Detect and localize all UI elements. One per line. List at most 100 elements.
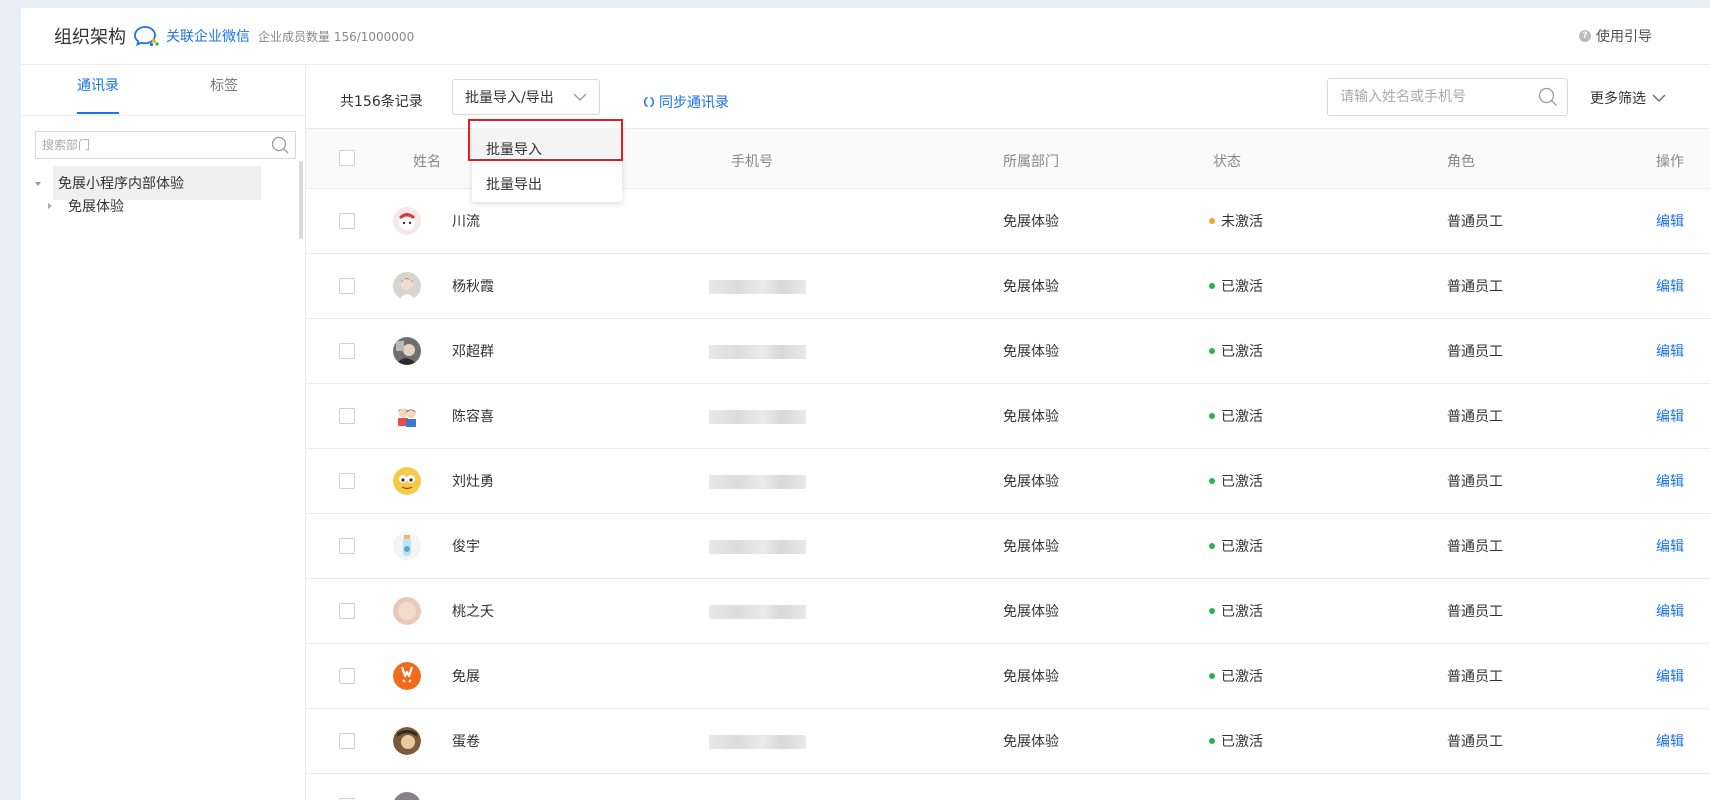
menu-item-batch-export[interactable]: 批量导出: [486, 174, 542, 194]
sync-contacts-button[interactable]: 同步通讯录: [643, 92, 729, 112]
member-count: 企业成员数量 156/1000000: [258, 29, 415, 44]
status-badge: 已激活: [1209, 341, 1263, 361]
row-checkbox[interactable]: [339, 733, 355, 749]
member-dept: 免展体验: [1003, 604, 1059, 620]
member-role: 普通员工: [1447, 604, 1503, 620]
status-dot: [1209, 348, 1215, 354]
table-body: 川流 免展体验 未激活 普通员工 编辑 杨秋霞 免展体验 已激活 普通员工 编辑…: [306, 189, 1710, 800]
row-checkbox[interactable]: [339, 408, 355, 424]
tree-item-root[interactable]: 免展小程序内部体验: [53, 166, 261, 200]
status-badge: 已激活: [1209, 406, 1263, 426]
status-badge: 已激活: [1209, 731, 1263, 751]
dept-search-input[interactable]: [36, 132, 268, 158]
row-checkbox[interactable]: [339, 668, 355, 684]
member-role: 普通员工: [1447, 279, 1503, 295]
member-dept: 免展体验: [1003, 734, 1059, 750]
member-search-input[interactable]: [1328, 79, 1552, 115]
search-icon[interactable]: [1538, 87, 1558, 107]
status-label: 未激活: [1221, 214, 1263, 230]
avatar: [393, 532, 421, 560]
link-wecom-button[interactable]: 关联企业微信: [166, 26, 250, 46]
row-checkbox[interactable]: [339, 473, 355, 489]
edit-button[interactable]: 编辑: [1656, 731, 1684, 751]
edit-button[interactable]: 编辑: [1656, 211, 1684, 231]
menu-item-batch-import[interactable]: 批量导入: [486, 139, 542, 159]
sync-contacts-label: 同步通讯录: [659, 95, 729, 111]
edit-button[interactable]: 编辑: [1656, 601, 1684, 621]
avatar: [393, 272, 421, 300]
batch-dropdown-menu: 批量导入 批量导出: [472, 118, 622, 202]
phone-redacted: [709, 540, 806, 554]
phone-redacted: [709, 345, 806, 359]
table-row: 陈容喜 免展体验 已激活 普通员工 编辑: [306, 384, 1710, 449]
avatar: [393, 207, 421, 235]
row-checkbox[interactable]: [339, 603, 355, 619]
phone-redacted: [709, 410, 806, 424]
column-header-name: 姓名: [413, 154, 441, 170]
tab-tags[interactable]: 标签: [210, 65, 238, 115]
phone-redacted: [709, 735, 806, 749]
table-row: 刘灶勇 免展体验 已激活 普通员工 编辑: [306, 449, 1710, 514]
member-role: 普通员工: [1447, 539, 1503, 555]
row-checkbox[interactable]: [339, 213, 355, 229]
edit-button[interactable]: 编辑: [1656, 276, 1684, 296]
tree-item-root-label: 免展小程序内部体验: [58, 176, 184, 192]
avatar: [393, 662, 421, 690]
table-row: 蛋卷 免展体验 已激活 普通员工 编辑: [306, 709, 1710, 774]
member-dept: 免展体验: [1003, 344, 1059, 360]
member-name: 俊宇: [452, 539, 480, 555]
dept-search-box: [35, 131, 296, 159]
avatar: [393, 597, 421, 625]
member-role: 普通员工: [1447, 214, 1503, 230]
member-role: 普通员工: [1447, 734, 1503, 750]
tree-item-child[interactable]: 免展体验: [68, 196, 124, 215]
status-label: 已激活: [1221, 279, 1263, 295]
row-checkbox[interactable]: [339, 278, 355, 294]
chevron-down-icon: [1652, 94, 1666, 102]
more-filter-label: 更多筛选: [1590, 91, 1646, 107]
member-role: 普通员工: [1447, 669, 1503, 685]
member-name: 免展: [452, 669, 480, 685]
phone-redacted: [709, 475, 806, 489]
edit-button[interactable]: 编辑: [1656, 536, 1684, 556]
usage-guide-label: 使用引导: [1596, 29, 1652, 45]
member-role: 普通员工: [1447, 474, 1503, 490]
member-name: 川流: [452, 214, 480, 230]
column-header-dept: 所属部门: [1003, 154, 1059, 170]
caret-down-icon[interactable]: [35, 182, 41, 186]
member-name: 陈容喜: [452, 409, 494, 425]
member-search-box: [1327, 78, 1568, 116]
batch-select-value: 批量导入/导出: [465, 90, 554, 106]
batch-import-export-select[interactable]: 批量导入/导出: [452, 79, 600, 115]
row-checkbox[interactable]: [339, 343, 355, 359]
help-icon: ?: [1579, 30, 1591, 42]
caret-right-icon[interactable]: [48, 203, 52, 209]
sidebar-scrollbar[interactable]: [299, 161, 303, 239]
edit-button[interactable]: 编辑: [1656, 666, 1684, 686]
avatar: [393, 337, 421, 365]
sidebar-tabs: 通讯录 标签: [21, 65, 305, 116]
edit-button[interactable]: 编辑: [1656, 471, 1684, 491]
table-row: 邓超群 免展体验 已激活 普通员工 编辑: [306, 319, 1710, 384]
edit-button[interactable]: 编辑: [1656, 406, 1684, 426]
more-filter-button[interactable]: 更多筛选: [1590, 88, 1666, 108]
org-structure-panel: 组织架构 关联企业微信 企业成员数量 156/1000000 ? 使用引导 通讯…: [21, 8, 1710, 800]
avatar: [393, 402, 421, 430]
tab-contacts[interactable]: 通讯录: [77, 65, 119, 115]
edit-button[interactable]: 编辑: [1656, 341, 1684, 361]
sidebar: 通讯录 标签 免展小程序内部体验 免展体验: [21, 65, 306, 800]
row-checkbox[interactable]: [339, 538, 355, 554]
avatar: [393, 792, 421, 800]
member-role: 普通员工: [1447, 344, 1503, 360]
member-dept: 免展体验: [1003, 539, 1059, 555]
status-dot: [1209, 413, 1215, 419]
phone-redacted: [709, 605, 806, 619]
select-all-checkbox[interactable]: [339, 150, 355, 166]
search-icon[interactable]: [271, 136, 289, 154]
column-header-status: 状态: [1213, 154, 1241, 170]
column-header-role: 角色: [1447, 154, 1475, 170]
usage-guide-button[interactable]: ? 使用引导: [1579, 8, 1652, 64]
status-dot: [1209, 608, 1215, 614]
wecom-icon: [134, 26, 159, 47]
status-dot: [1209, 543, 1215, 549]
